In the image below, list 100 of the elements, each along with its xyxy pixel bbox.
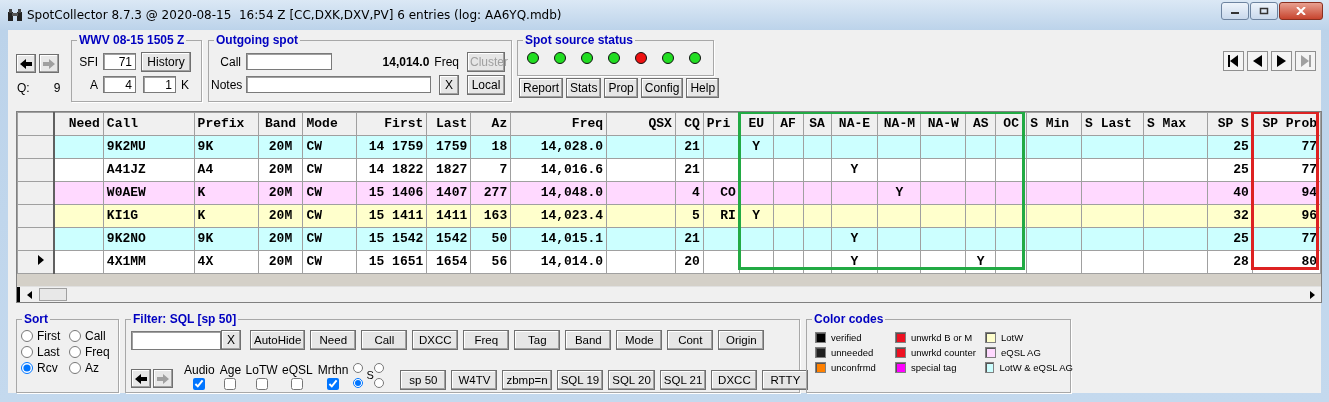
radio-label[interactable]: Last [37, 345, 60, 359]
column-header[interactable]: Az [470, 112, 511, 136]
button[interactable]: Cont [667, 330, 714, 350]
column-header[interactable]: S Min [1026, 112, 1082, 136]
column-header[interactable]: SP S [1207, 112, 1253, 136]
button[interactable]: SQL 19 [556, 370, 604, 390]
left-arrow-icon [134, 372, 148, 385]
radio-button[interactable] [21, 330, 33, 342]
back-button[interactable] [131, 369, 151, 388]
button[interactable]: X [221, 330, 241, 350]
radio-button[interactable] [21, 346, 33, 358]
button[interactable]: Call [361, 330, 408, 350]
queue-count: 9 [53, 81, 61, 95]
maximize-icon [1259, 7, 1269, 15]
button[interactable]: History [141, 51, 191, 72]
button[interactable]: Origin [718, 330, 765, 350]
button[interactable]: DXCC [711, 370, 758, 390]
button[interactable]: sp 50 [400, 370, 447, 390]
radio-button[interactable] [374, 362, 385, 373]
radio-label[interactable]: Call [85, 329, 106, 343]
input-field[interactable] [131, 330, 221, 350]
row-header [17, 112, 55, 136]
row-header[interactable] [17, 250, 55, 274]
window-title: SpotCollector 8.7.3 @ 2020-08-15 16:54 Z [CC,DXK,DXV,PV] 6 entries (log: AA6YQ.mdb) [27, 8, 562, 22]
button[interactable]: Stats [566, 78, 602, 98]
maximize-button[interactable] [1250, 2, 1278, 20]
checkbox-label: Age [219, 363, 242, 377]
radio-button[interactable] [21, 362, 33, 374]
button[interactable]: Need [310, 330, 357, 350]
column-header[interactable]: Call [103, 112, 195, 136]
checkbox[interactable] [224, 378, 237, 390]
column-header[interactable]: Need [54, 112, 104, 136]
button[interactable]: W4TV [451, 370, 498, 390]
input-field[interactable]: 1 [143, 76, 176, 93]
input-field[interactable] [246, 76, 431, 93]
back-button[interactable] [16, 54, 36, 73]
input-field[interactable]: 71 [103, 53, 136, 70]
checkbox[interactable] [193, 378, 206, 390]
right-arrow-icon [156, 372, 170, 385]
radio-button[interactable] [69, 362, 81, 374]
checkbox[interactable] [327, 378, 340, 390]
first-record-button[interactable] [1223, 51, 1244, 71]
button[interactable]: SQL 21 [659, 370, 707, 390]
group-title: Spot source status [523, 33, 636, 47]
skip-back-icon [1227, 54, 1240, 68]
legend-label: unconfrmd [831, 362, 876, 373]
checkbox[interactable] [255, 378, 268, 390]
button[interactable]: DXCC [412, 330, 459, 350]
button[interactable]: zbmp=n [502, 370, 552, 390]
button[interactable]: RTTY [762, 370, 809, 390]
column-header[interactable]: Freq [510, 112, 607, 136]
button[interactable]: Report [519, 78, 564, 98]
field-label: SFI [78, 54, 98, 69]
column-header[interactable]: Mode [303, 112, 357, 136]
column-header[interactable]: Pri [703, 112, 740, 136]
radio-label[interactable]: First [37, 329, 61, 343]
checkbox-label: LoTW [245, 363, 278, 377]
group-title: WWV 08-15 1505 Z [77, 33, 187, 47]
input-field[interactable] [246, 53, 332, 70]
button[interactable]: Help [686, 78, 720, 98]
radio-button[interactable] [353, 377, 364, 388]
button[interactable]: AutoHide [250, 330, 306, 350]
close-button[interactable] [1279, 2, 1323, 20]
checkbox[interactable] [291, 378, 304, 390]
column-header[interactable]: S Max [1143, 112, 1208, 136]
column-header[interactable]: S Last [1081, 112, 1144, 136]
button[interactable]: Tag [514, 330, 561, 350]
minimize-button[interactable] [1221, 2, 1249, 20]
button[interactable]: Band [565, 330, 612, 350]
button[interactable]: Local [467, 74, 505, 95]
column-header[interactable]: CQ [675, 112, 704, 136]
next-record-button[interactable] [1271, 51, 1292, 71]
radio-button[interactable] [69, 330, 81, 342]
column-header[interactable]: First [356, 112, 427, 136]
group-title: Color codes [812, 312, 886, 326]
radio-button[interactable] [69, 346, 81, 358]
input-field[interactable]: 4 [103, 76, 136, 93]
column-header[interactable]: QSX [606, 112, 676, 136]
binoculars-icon [8, 9, 22, 21]
horizontal-scrollbar[interactable] [17, 286, 1321, 302]
radio-label[interactable]: Az [85, 361, 99, 375]
queue-label: Q: [17, 81, 30, 95]
right-arrow-icon [42, 57, 56, 70]
column-header[interactable]: Band [258, 112, 303, 136]
radio-button[interactable] [374, 377, 385, 388]
button[interactable]: X [439, 74, 459, 95]
radio-label[interactable]: Freq [85, 345, 110, 359]
row-pointer-icon [38, 255, 45, 266]
button[interactable]: Freq [463, 330, 510, 350]
radio-label[interactable]: Rcv [37, 361, 58, 375]
column-header[interactable]: Last [426, 112, 471, 136]
button[interactable]: Mode [616, 330, 663, 350]
radio-button[interactable] [353, 362, 364, 373]
field-label: Notes [211, 77, 241, 92]
button[interactable]: Config [640, 78, 684, 98]
button[interactable]: Prop [604, 78, 638, 98]
column-header[interactable]: Prefix [194, 112, 259, 136]
previous-record-button[interactable] [1247, 51, 1268, 71]
button[interactable]: SQL 20 [608, 370, 655, 390]
scroll-thumb[interactable] [39, 288, 67, 301]
